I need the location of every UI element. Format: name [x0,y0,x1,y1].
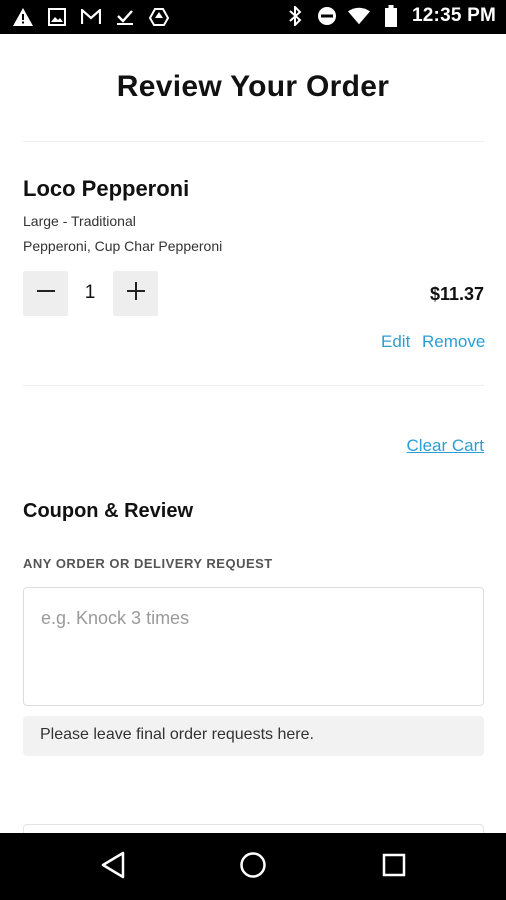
navigation-bar [0,833,506,900]
image-icon [46,6,68,28]
plus-icon [126,282,145,305]
item-toppings: Pepperoni, Cup Char Pepperoni [23,238,223,254]
back-button[interactable] [97,851,129,883]
item-divider [23,385,484,386]
order-request-input[interactable] [23,587,484,706]
drive-icon [148,6,170,28]
order-request-label: ANY ORDER OR DELIVERY REQUEST [23,556,273,571]
decrease-quantity-button[interactable] [23,271,68,316]
task-done-icon [114,6,136,28]
item-price: $11.37 [429,284,484,304]
coupon-review-title: Coupon & Review [23,500,194,522]
edit-item-link[interactable]: Edit [381,332,410,352]
battery-icon [380,5,402,27]
warning-icon [12,6,34,28]
clear-cart-link[interactable]: Clear Cart [407,436,484,456]
page-title: Review Your Order [116,70,390,103]
recents-button[interactable] [378,851,410,883]
back-icon [100,851,126,884]
status-bar: 12:35 PM [0,0,506,34]
remove-item-link[interactable]: Remove [422,332,485,352]
minus-icon [36,282,55,305]
bluetooth-icon [284,5,306,27]
quantity-value: 1 [84,282,96,303]
home-icon [239,851,267,884]
recents-icon [382,853,406,882]
increase-quantity-button[interactable] [113,271,158,316]
status-time: 12:35 PM [412,5,496,26]
home-button[interactable] [237,851,269,883]
item-name: Loco Pepperoni [23,176,190,201]
gmail-icon [80,6,102,28]
item-size: Large - Traditional [23,213,136,229]
order-request-helper: Please leave final order requests here. [23,716,484,756]
wifi-icon [348,5,371,27]
header-divider [23,141,484,142]
do-not-disturb-icon [316,5,338,27]
